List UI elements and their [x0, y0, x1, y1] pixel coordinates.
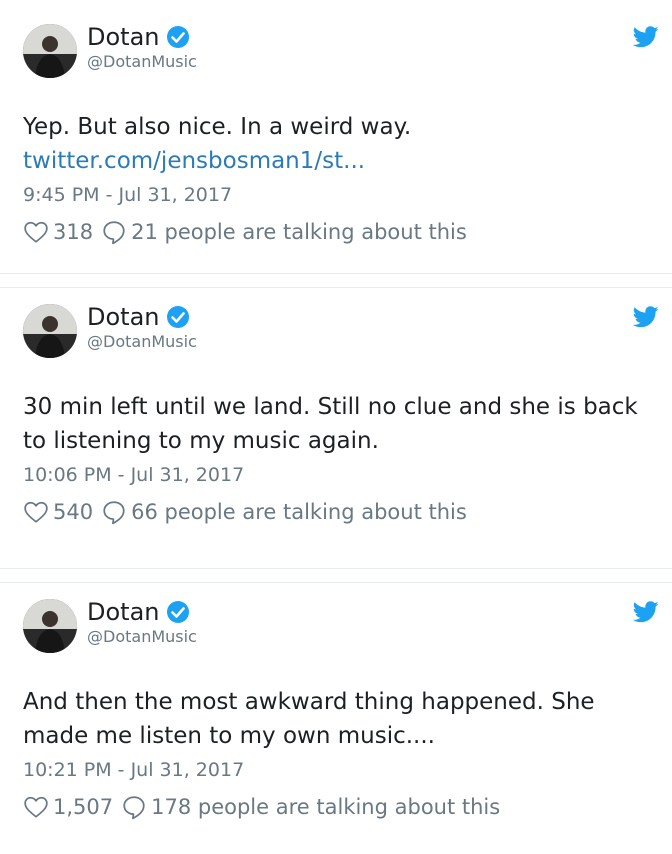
- divider: [0, 568, 672, 583]
- verified-badge-icon: [166, 601, 189, 623]
- tweet-text: Yep. But also nice. In a weird way. twit…: [23, 110, 643, 178]
- verified-badge-icon: [166, 26, 189, 48]
- heart-icon[interactable]: [23, 794, 49, 820]
- talking-count[interactable]: 21 people are talking about this: [131, 219, 467, 245]
- author-handle[interactable]: @DotanMusic: [87, 332, 197, 352]
- tweet-timestamp[interactable]: 9:45 PM - Jul 31, 2017: [23, 183, 232, 207]
- twitter-bird-icon[interactable]: [633, 26, 659, 48]
- heart-icon[interactable]: [23, 219, 49, 245]
- tweet-link[interactable]: twitter.com/jensbosman1/st...: [23, 144, 643, 178]
- author-name-text[interactable]: Dotan: [87, 22, 160, 52]
- avatar[interactable]: [23, 599, 77, 653]
- tweet-card: Dotan @DotanMusic Yep. But also nice. In…: [0, 0, 672, 273]
- author-name-text[interactable]: Dotan: [87, 302, 160, 332]
- like-count[interactable]: 318: [53, 219, 93, 245]
- tweet-timestamp[interactable]: 10:06 PM - Jul 31, 2017: [23, 463, 244, 487]
- divider: [0, 273, 672, 288]
- talking-count[interactable]: 66 people are talking about this: [131, 499, 467, 525]
- tweet-actions: 540 66 people are talking about this: [23, 499, 467, 525]
- like-count[interactable]: 540: [53, 499, 93, 525]
- author-handle[interactable]: @DotanMusic: [87, 627, 197, 647]
- heart-icon[interactable]: [23, 499, 49, 525]
- tweet-actions: 1,507 178 people are talking about this: [23, 794, 500, 820]
- talking-count[interactable]: 178 people are talking about this: [151, 794, 500, 820]
- reply-bubble-icon[interactable]: [121, 794, 147, 820]
- verified-badge-icon: [166, 306, 189, 328]
- avatar[interactable]: [23, 304, 77, 358]
- author-handle[interactable]: @DotanMusic: [87, 52, 197, 72]
- tweet-actions: 318 21 people are talking about this: [23, 219, 467, 245]
- author-name[interactable]: Dotan: [87, 302, 190, 332]
- twitter-bird-icon[interactable]: [633, 306, 659, 328]
- author-name[interactable]: Dotan: [87, 22, 190, 52]
- author-name-text[interactable]: Dotan: [87, 597, 160, 627]
- tweet-body: Yep. But also nice. In a weird way.: [23, 114, 412, 140]
- tweet-timestamp[interactable]: 10:21 PM - Jul 31, 2017: [23, 758, 244, 782]
- tweet-card: Dotan @DotanMusic 30 min left until we l…: [0, 288, 672, 568]
- reply-bubble-icon[interactable]: [101, 219, 127, 245]
- reply-bubble-icon[interactable]: [101, 499, 127, 525]
- tweet-card: Dotan @DotanMusic And then the most awkw…: [0, 583, 672, 854]
- avatar[interactable]: [23, 24, 77, 78]
- tweet-text: And then the most awkward thing happened…: [23, 689, 595, 749]
- like-count[interactable]: 1,507: [53, 794, 113, 820]
- author-name[interactable]: Dotan: [87, 597, 190, 627]
- twitter-bird-icon[interactable]: [633, 601, 659, 623]
- tweet-text: 30 min left until we land. Still no clue…: [23, 394, 638, 454]
